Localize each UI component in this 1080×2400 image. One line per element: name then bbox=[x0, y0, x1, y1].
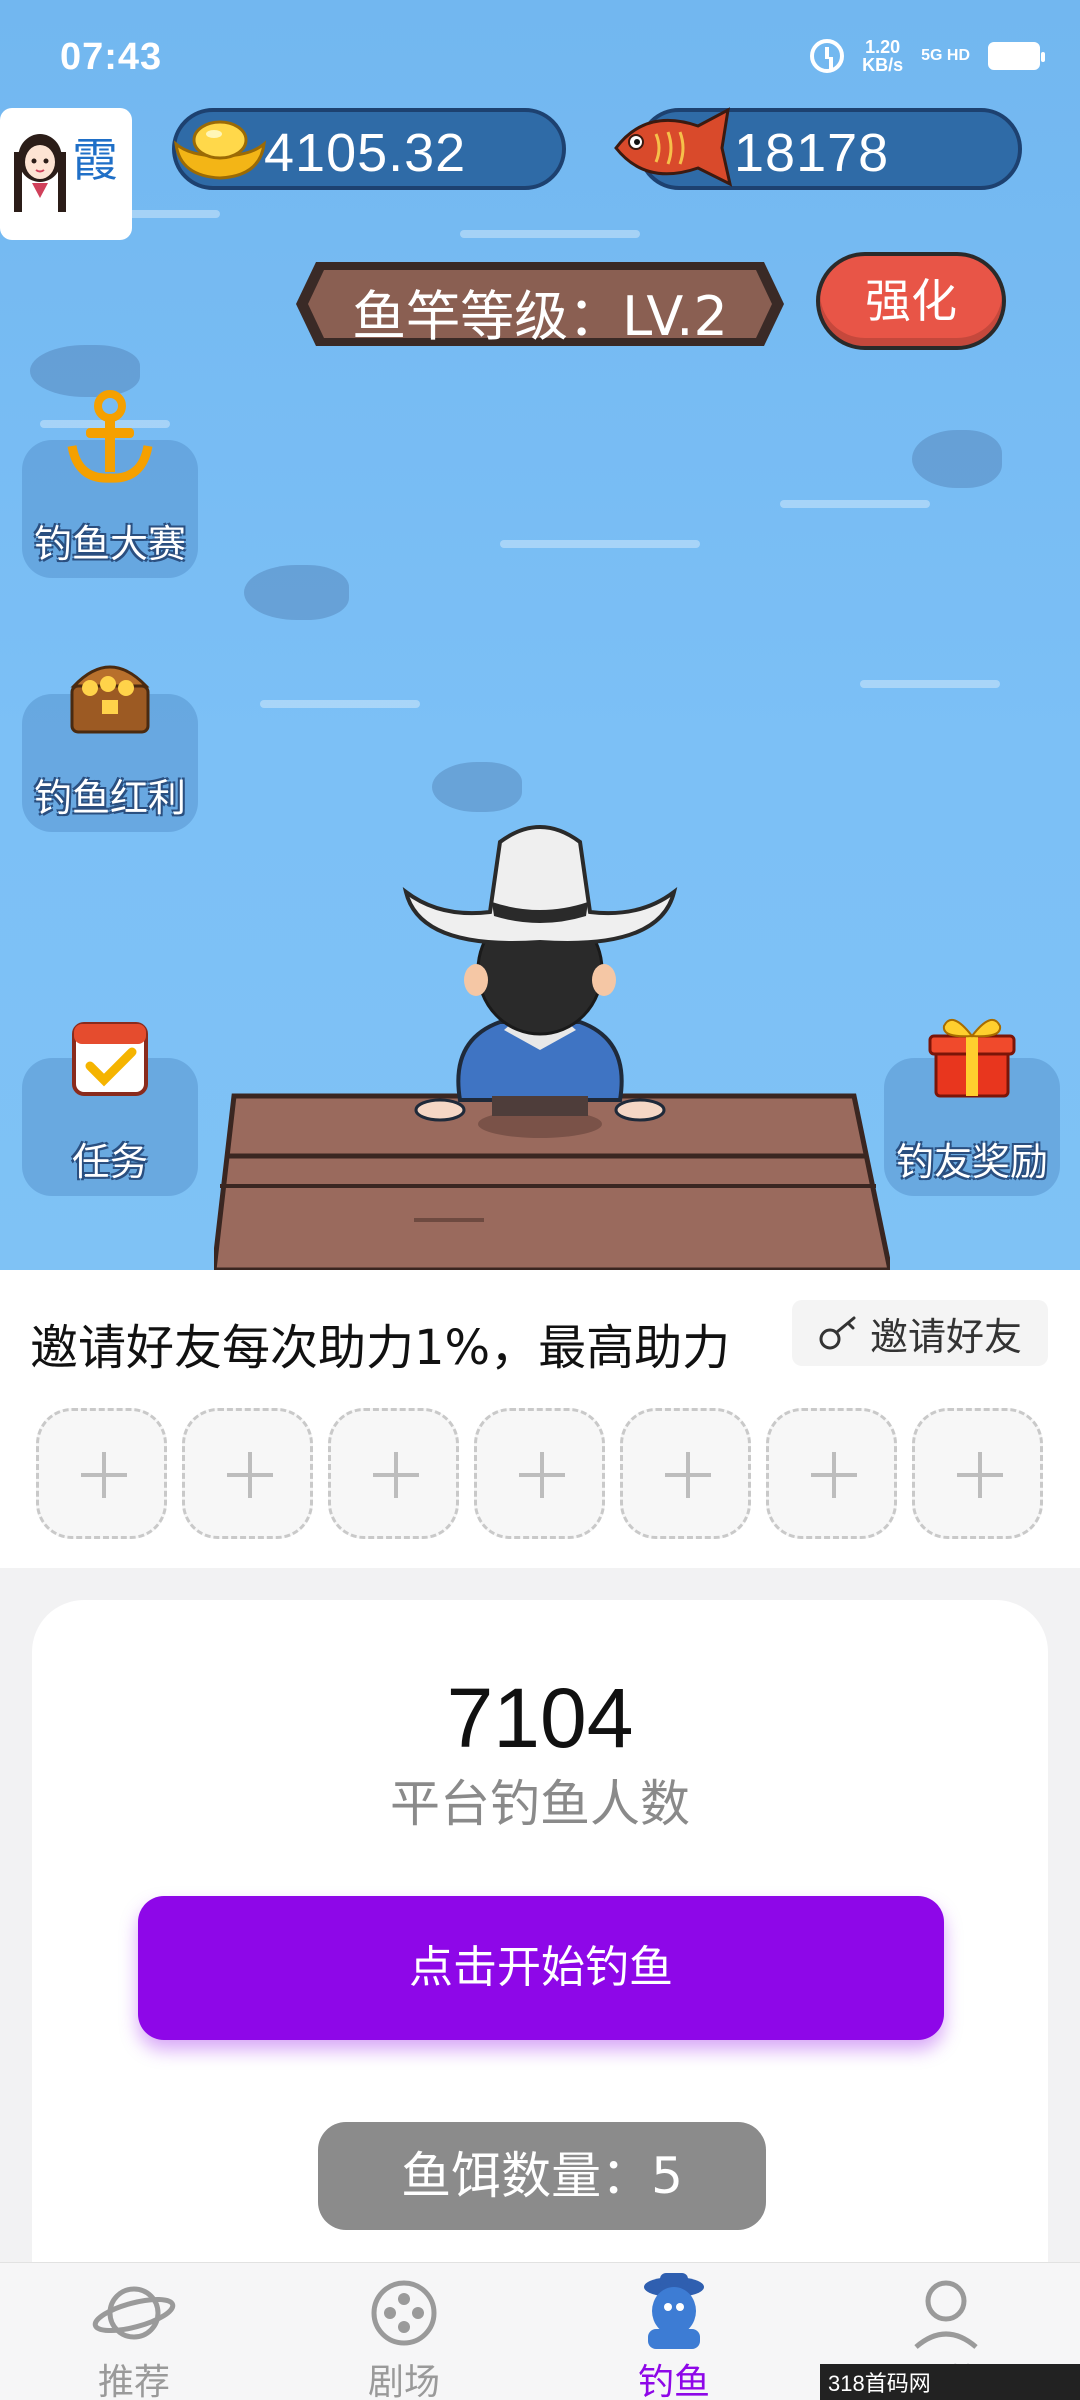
tab-recommend-label: 推荐 bbox=[97, 2362, 170, 2400]
fisherman-character bbox=[402, 825, 678, 1138]
invite-friends-label: 邀请好友 bbox=[869, 1314, 1022, 1359]
treasure-chest-icon bbox=[70, 665, 150, 734]
anchor-icon bbox=[67, 390, 153, 483]
avatar[interactable]: 霞 bbox=[0, 108, 132, 240]
invite-slot-plus[interactable] bbox=[36, 1408, 167, 1539]
invite-description: 邀请好友每次助力1%，最高助力 bbox=[30, 1320, 731, 1376]
fish-shadow bbox=[244, 565, 349, 620]
tasks-button[interactable]: 任务 bbox=[22, 1022, 198, 1196]
fish-amount: 18178 bbox=[734, 123, 890, 183]
fishing-scene: 07:43 1.20 KB/s 5G HD 霞 4105.32 18178 鱼竿… bbox=[0, 0, 1080, 1270]
friend-reward-label: 钓友奖励 bbox=[895, 1140, 1048, 1184]
player-count: 7104 bbox=[446, 1671, 634, 1765]
status-icons: 1.20 KB/s 5G HD bbox=[810, 38, 1045, 74]
friend-reward-button[interactable]: 钓友奖励 bbox=[884, 1018, 1060, 1196]
rod-level-plaque: 鱼竿等级：LV.2 bbox=[296, 258, 784, 350]
gold-amount: 4105.32 bbox=[264, 123, 467, 183]
invite-friends-button[interactable]: 邀请好友 bbox=[792, 1300, 1048, 1366]
tab-theater[interactable]: 剧场 bbox=[314, 2263, 494, 2400]
calendar-check-icon bbox=[72, 1022, 148, 1096]
tasks-label: 任务 bbox=[71, 1140, 148, 1184]
start-fishing-button[interactable]: 点击开始钓鱼 bbox=[138, 1896, 944, 2040]
invite-slot-plus[interactable] bbox=[620, 1408, 751, 1539]
film-reel-icon bbox=[371, 2280, 437, 2346]
water-ripple bbox=[460, 230, 640, 238]
player-count-label: 平台钓鱼人数 bbox=[390, 1775, 690, 1833]
planet-icon bbox=[92, 2286, 176, 2340]
watermark: 318首码网 www.e318.com bbox=[820, 2364, 1080, 2400]
invite-section: 邀请好友每次助力1%，最高助力 邀请好友 bbox=[0, 1270, 1080, 1568]
fish-shadow bbox=[912, 430, 1002, 488]
rod-level-label: 鱼竿等级：LV.2 bbox=[352, 285, 728, 348]
water-ripple bbox=[860, 680, 1000, 688]
water-ripple bbox=[780, 500, 930, 508]
avatar-character: 霞 bbox=[72, 133, 118, 187]
gold-balance: 4105.32 bbox=[172, 108, 566, 190]
gift-box-icon bbox=[928, 1018, 1016, 1098]
net-speed-value: 1.20 bbox=[865, 37, 901, 57]
invite-slot-plus[interactable] bbox=[912, 1408, 1043, 1539]
invite-slot-plus[interactable] bbox=[474, 1408, 605, 1539]
tab-theater-label: 剧场 bbox=[367, 2362, 440, 2400]
status-bar: 07:43 1.20 KB/s 5G HD bbox=[0, 0, 1080, 110]
status-time: 07:43 bbox=[60, 36, 163, 78]
tab-fishing[interactable]: 钓鱼 bbox=[584, 2263, 764, 2400]
network-type: 5G HD bbox=[921, 47, 970, 64]
tournament-button[interactable]: 钓鱼大赛 bbox=[22, 390, 198, 578]
net-speed-unit: KB/s bbox=[862, 55, 904, 75]
alarm-icon bbox=[810, 39, 845, 73]
gold-ingot-icon bbox=[174, 120, 266, 180]
red-fish-icon bbox=[614, 107, 733, 187]
upgrade-button[interactable]: 强化 bbox=[816, 252, 1006, 350]
girl-avatar-icon bbox=[14, 134, 66, 228]
bait-count-badge: 鱼饵数量：5 bbox=[318, 2122, 766, 2230]
invite-slot-plus[interactable] bbox=[766, 1408, 897, 1539]
tab-recommend[interactable]: 推荐 bbox=[44, 2263, 224, 2400]
user-icon bbox=[914, 2280, 978, 2349]
key-icon bbox=[819, 1316, 856, 1350]
fishing-bonus-button[interactable]: 钓鱼红利 bbox=[22, 665, 198, 832]
net-speed: 1.20 KB/s bbox=[862, 38, 903, 74]
invite-slot-plus[interactable] bbox=[182, 1408, 313, 1539]
invite-slot-plus[interactable] bbox=[328, 1408, 459, 1539]
battery-icon bbox=[988, 42, 1045, 70]
tournament-label: 钓鱼大赛 bbox=[33, 522, 186, 566]
fish-balance: 18178 bbox=[614, 107, 1022, 190]
invite-slots bbox=[36, 1408, 1043, 1539]
water-ripple bbox=[500, 540, 700, 548]
fishing-bonus-label: 钓鱼红利 bbox=[33, 776, 186, 820]
water-ripple bbox=[260, 700, 420, 708]
tab-fishing-label: 钓鱼 bbox=[637, 2362, 710, 2400]
fisher-icon bbox=[644, 2273, 704, 2349]
